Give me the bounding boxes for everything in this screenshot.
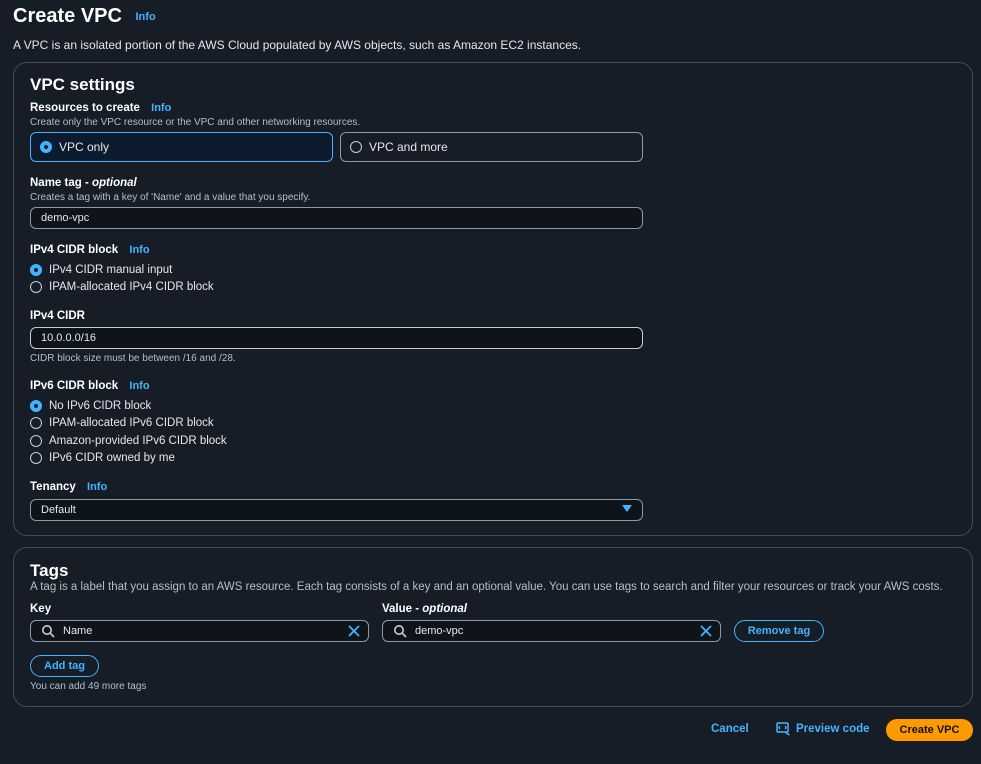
ipv4-cidr-label: IPv4 CIDR xyxy=(30,310,85,322)
search-icon xyxy=(42,625,55,638)
tags-title: Tags xyxy=(30,561,69,580)
resource-option-label: VPC and more xyxy=(369,140,448,154)
page-description: A VPC is an isolated portion of the AWS … xyxy=(13,38,582,52)
resources-info-link[interactable]: Info xyxy=(151,102,171,114)
radio-unselected-icon xyxy=(30,435,42,447)
clear-icon[interactable] xyxy=(700,625,712,637)
radio-selected-icon xyxy=(30,264,42,276)
tags-panel: Tags A tag is a label that you assign to… xyxy=(13,547,973,707)
resource-option-label: VPC only xyxy=(59,140,110,154)
resource-option-vpc-only[interactable]: VPC only xyxy=(30,132,333,162)
resources-label: Resources to create Info xyxy=(30,102,171,114)
name-tag-value: demo-vpc xyxy=(41,212,90,224)
add-tag-button[interactable]: Add tag xyxy=(30,655,99,677)
radio-label: IPv4 CIDR manual input xyxy=(49,264,173,276)
vpc-settings-panel: VPC settings Resources to create Info Cr… xyxy=(13,62,973,536)
tag-key-value: Name xyxy=(63,625,93,637)
radio-label: IPAM-allocated IPv4 CIDR block xyxy=(49,281,214,293)
ipv6-option-owned[interactable]: IPv6 CIDR owned by me xyxy=(30,452,175,464)
cancel-button[interactable]: Cancel xyxy=(711,723,749,735)
optional-marker: optional xyxy=(422,603,467,615)
clear-icon[interactable] xyxy=(348,625,360,637)
radio-unselected-icon xyxy=(30,417,42,429)
tag-value-input[interactable]: demo-vpc xyxy=(382,620,721,642)
ipv4-block-label: IPv4 CIDR block Info xyxy=(30,244,150,256)
ipv4-block-label-text: IPv4 CIDR block xyxy=(30,244,119,256)
ipv4-option-ipam[interactable]: IPAM-allocated IPv4 CIDR block xyxy=(30,281,214,293)
ipv4-cidr-input[interactable]: 10.0.0.0/16 xyxy=(30,327,643,349)
ipv4-cidr-value: 10.0.0.0/16 xyxy=(41,332,97,344)
ipv4-option-manual[interactable]: IPv4 CIDR manual input xyxy=(30,264,172,276)
optional-marker: optional xyxy=(92,177,137,189)
page-info-link[interactable]: Info xyxy=(136,11,156,23)
page-title: Create VPC Info xyxy=(13,5,156,28)
tag-value-value: demo-vpc xyxy=(415,625,464,637)
preview-code-button[interactable]: Preview code xyxy=(776,722,870,736)
radio-unselected-icon xyxy=(30,281,42,293)
tenancy-label: Tenancy Info xyxy=(30,481,107,493)
ipv6-option-amazon[interactable]: Amazon-provided IPv6 CIDR block xyxy=(30,435,227,447)
radio-label: No IPv6 CIDR block xyxy=(49,400,152,412)
tenancy-value: Default xyxy=(41,504,76,516)
preview-code-icon xyxy=(776,722,790,736)
tag-key-label: Key xyxy=(30,603,52,615)
ipv4-cidr-hint: CIDR block size must be between /16 and … xyxy=(30,353,236,364)
radio-unselected-icon xyxy=(30,452,42,464)
radio-label: Amazon-provided IPv6 CIDR block xyxy=(49,435,227,447)
vpc-settings-title: VPC settings xyxy=(30,75,135,94)
radio-label: IPAM-allocated IPv6 CIDR block xyxy=(49,417,214,429)
search-icon xyxy=(394,625,407,638)
tag-value-label-text: Value - xyxy=(382,603,423,615)
tenancy-info-link[interactable]: Info xyxy=(87,481,107,493)
name-tag-label-text: Name tag - xyxy=(30,177,92,189)
ipv6-block-info-link[interactable]: Info xyxy=(129,380,149,392)
ipv6-block-label: IPv6 CIDR block Info xyxy=(30,380,150,392)
resources-label-text: Resources to create xyxy=(30,102,140,114)
ipv6-option-none[interactable]: No IPv6 CIDR block xyxy=(30,400,151,412)
caret-down-icon xyxy=(622,505,632,512)
tag-value-label: Value - optional xyxy=(382,603,467,615)
name-tag-label: Name tag - optional xyxy=(30,177,137,189)
ipv4-block-info-link[interactable]: Info xyxy=(129,244,149,256)
radio-selected-icon xyxy=(30,400,42,412)
create-vpc-button[interactable]: Create VPC xyxy=(886,719,973,741)
page-title-text: Create VPC xyxy=(13,5,122,27)
preview-code-label: Preview code xyxy=(796,723,870,735)
tags-remaining-hint: You can add 49 more tags xyxy=(30,681,147,692)
tenancy-select[interactable]: Default xyxy=(30,499,643,521)
name-tag-input[interactable]: demo-vpc xyxy=(30,207,643,229)
radio-label: IPv6 CIDR owned by me xyxy=(49,452,175,464)
name-tag-hint: Creates a tag with a key of 'Name' and a… xyxy=(30,192,311,203)
remove-tag-button[interactable]: Remove tag xyxy=(734,620,824,642)
radio-selected-icon xyxy=(40,141,52,153)
tag-key-input[interactable]: Name xyxy=(30,620,369,642)
ipv6-block-label-text: IPv6 CIDR block xyxy=(30,380,119,392)
resource-option-vpc-and-more[interactable]: VPC and more xyxy=(340,132,643,162)
tenancy-label-text: Tenancy xyxy=(30,481,76,493)
resources-hint: Create only the VPC resource or the VPC … xyxy=(30,117,361,128)
ipv6-option-ipam[interactable]: IPAM-allocated IPv6 CIDR block xyxy=(30,417,214,429)
tags-description: A tag is a label that you assign to an A… xyxy=(30,581,943,593)
radio-unselected-icon xyxy=(350,141,362,153)
